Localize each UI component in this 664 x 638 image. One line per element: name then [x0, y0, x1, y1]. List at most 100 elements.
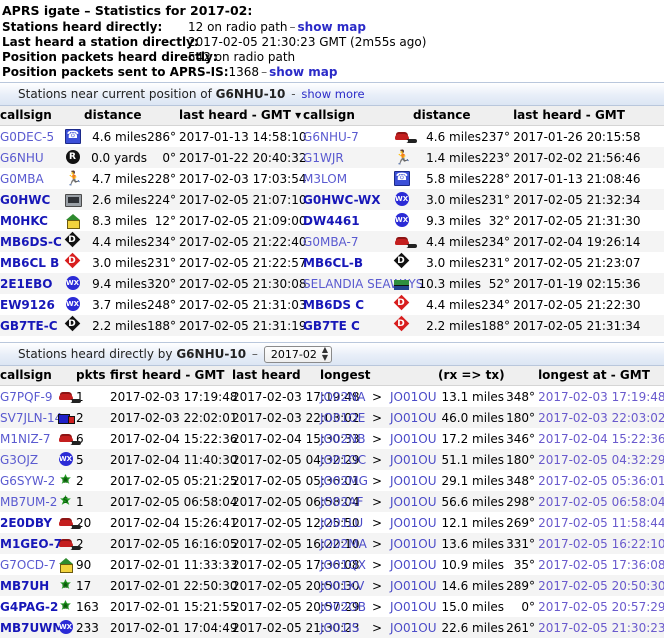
callsign-link[interactable]: G6NHU: [0, 151, 44, 165]
callsign-link[interactable]: G6SYW-2: [0, 474, 55, 488]
car-icon: [58, 516, 74, 530]
last-heard-cell: 2017-02-02 21:56:46: [513, 147, 664, 168]
last-heard-cell: 2017-02-05 06:58:04: [232, 491, 359, 512]
first-heard-cell: 2017-02-05 05:21:25: [110, 473, 238, 488]
icon-cell: [56, 428, 76, 449]
col-longest[interactable]: longest: [320, 366, 439, 386]
table-row: M1GEO-7 2 2017-02-05 16:16:05 2017-02-05 16…: [0, 533, 664, 554]
table-row: MB6CL B3.0 miles231°2017-02-05 21:22:57M…: [0, 252, 664, 273]
callsign-link[interactable]: M1GEO-7: [0, 537, 62, 551]
callsign-link[interactable]: MB7UM-2: [0, 495, 57, 509]
callsign-cell: M0HKC: [0, 210, 62, 231]
digi-red-icon: [395, 297, 410, 312]
page-title: APRS igate – Statistics for 2017-02:: [2, 3, 253, 18]
col-pkts[interactable]: pkts: [76, 366, 111, 386]
last-heard-cell: 2017-02-05 04:32:29: [232, 449, 359, 470]
longest-distance-cell: 56.6 miles: [438, 491, 505, 512]
callsign-cell: G0MBA: [0, 168, 62, 189]
callsign-link[interactable]: G0HWC-WX: [303, 193, 381, 207]
last-heard-cell: 2017-02-05 21:31:19: [179, 315, 306, 336]
callsign-link[interactable]: SV7JLN-14: [0, 411, 62, 425]
callsign-link[interactable]: G7OCD-7: [0, 558, 56, 572]
col-callsign[interactable]: callsign: [0, 366, 77, 386]
callsign-link[interactable]: G1WJR: [303, 151, 344, 165]
callsign-link[interactable]: M0HKC: [0, 214, 48, 228]
last-heard-cell: 2017-01-26 20:15:58: [513, 129, 641, 144]
col-last-heard[interactable]: last heard: [232, 366, 321, 386]
digi-star-icon: [59, 473, 74, 488]
icon-cell: [62, 231, 85, 252]
last-heard-cell: 2017-02-04 15:30:33: [232, 431, 360, 446]
table-row: G0MBA🏃4.7 miles228°2017-02-03 17:03:54M3…: [0, 168, 664, 189]
callsign-link[interactable]: GB7TE-C: [0, 319, 58, 333]
callsign-cell: G6NHU-7: [303, 126, 391, 148]
arrow-cell: >: [372, 617, 391, 638]
first-heard-cell: 2017-02-01 15:21:55: [110, 599, 238, 614]
callsign-link[interactable]: G7PQF-9: [0, 390, 52, 404]
icon-cell: [62, 210, 84, 231]
callsign-link[interactable]: G3OJZ: [0, 453, 38, 467]
col-callsign-left[interactable]: callsign: [0, 106, 85, 126]
callsign-link[interactable]: MB7UH: [0, 579, 49, 593]
summary-row-last-heard: Last heard a station directly: 2017-02-0…: [2, 35, 664, 50]
col-lastheard-left[interactable]: last heard - GMT ▾: [179, 106, 304, 126]
grid-to-cell: JO01OU: [390, 599, 437, 614]
callsign-link[interactable]: G0MBA-7: [303, 235, 358, 249]
show-more-link[interactable]: show more: [301, 87, 364, 101]
icon-cell: [391, 294, 413, 315]
pkts-cell: 2: [76, 473, 84, 488]
col-distance-left[interactable]: distance: [84, 106, 180, 126]
summary-dash: –: [289, 20, 296, 34]
callsign-link[interactable]: MB6DS C: [303, 298, 364, 312]
show-map-link-stations[interactable]: show map: [298, 20, 366, 35]
callsign-link[interactable]: MB6CL B: [0, 256, 59, 270]
callsign-link[interactable]: 2E0DBY: [0, 516, 52, 530]
table-header-row: callsign pkts first heard - GMT last hea…: [0, 366, 664, 386]
grid-to-cell: JO01OU: [390, 491, 439, 512]
col-distance-right[interactable]: distance: [413, 106, 514, 126]
callsign-link[interactable]: G0HWC: [0, 193, 50, 207]
pkts-cell: 2: [76, 407, 111, 428]
callsign-cell: G4PAG-2: [0, 596, 58, 617]
callsign-link[interactable]: DW4461: [303, 214, 360, 228]
callsign-link[interactable]: EW9126: [0, 298, 55, 312]
rnode-icon: [65, 150, 81, 165]
distance-cell: 9.3 miles: [426, 213, 482, 228]
longest-at-cell: 2017-02-05 21:30:23: [538, 617, 664, 638]
callsign-link[interactable]: MB6CL-B: [303, 256, 363, 270]
table-row: G6NHU 0.0 yards0°2017-01-22 20:40:32G1WJR…: [0, 147, 664, 168]
callsign-link[interactable]: M1NIZ-7: [0, 432, 50, 446]
distance-cell: 4.6 miles: [92, 129, 148, 144]
last-heard-cell: 2017-02-05 16:22:10: [232, 533, 359, 554]
longest-at-cell: 2017-02-05 16:22:10: [538, 533, 664, 554]
callsign-link[interactable]: M3LOM: [303, 172, 347, 186]
pkts-cell: 90: [76, 557, 92, 572]
callsign-link[interactable]: G0DEC-5: [0, 130, 54, 144]
summary-label: Last heard a station directly:: [2, 35, 199, 49]
callsign-link[interactable]: MB6DS-C: [0, 235, 62, 249]
callsign-link[interactable]: MB7UWM: [0, 621, 64, 635]
table-row: MB7UWM2332017-02-01 17:04:492017-02-05 2…: [0, 617, 664, 638]
callsign-link[interactable]: G0MBA: [0, 172, 44, 186]
callsign-link[interactable]: GB7TE C: [303, 319, 360, 333]
callsign-link[interactable]: 2E1EBO: [0, 277, 52, 291]
wx-icon: [65, 297, 81, 312]
summary-label: Position packets sent to APRS-IS:: [2, 65, 229, 79]
callsign-link[interactable]: G6NHU-7: [303, 130, 359, 144]
col-rx-tx[interactable]: (rx => tx): [438, 366, 539, 386]
last-heard-cell: 2017-02-05 21:09:00: [179, 213, 307, 228]
col-lastheard-right[interactable]: last heard - GMT: [513, 106, 664, 126]
pkts-cell: 20: [76, 515, 92, 530]
distance-cell: 0.0 yards: [84, 147, 148, 168]
callsign-cell: G7OCD-7: [0, 554, 56, 575]
grid-from-cell: JO02NB: [320, 431, 366, 446]
grid-from-cell: JO02MG: [320, 473, 368, 488]
col-longest-at[interactable]: longest at - GMT: [538, 366, 664, 386]
col-first-heard[interactable]: first heard - GMT: [110, 366, 233, 386]
month-select[interactable]: 2017-02 ▲ ▼: [263, 345, 332, 363]
last-heard-cell: 2017-01-13 21:08:46: [513, 171, 641, 186]
longest-distance-cell: 15.0 miles: [441, 599, 505, 614]
callsign-link[interactable]: G4PAG-2: [0, 600, 58, 614]
col-callsign-right[interactable]: callsign: [303, 106, 414, 126]
show-map-link-packets[interactable]: show map: [269, 65, 337, 80]
